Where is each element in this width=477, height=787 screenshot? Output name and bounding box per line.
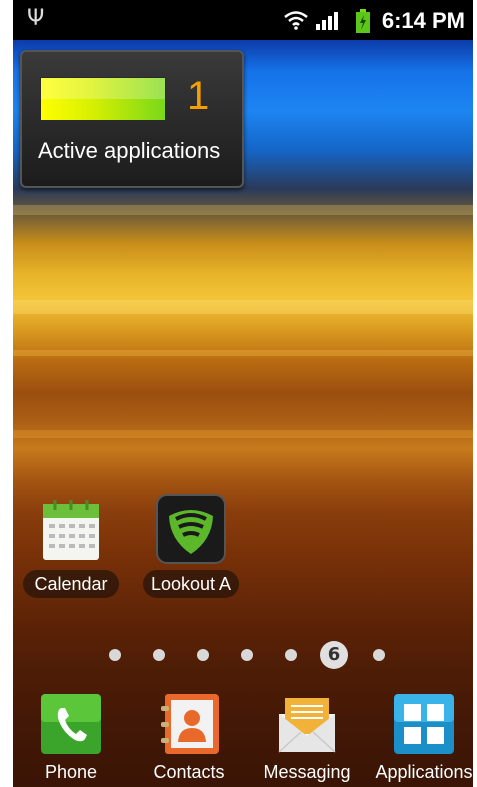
shortcut-label: Lookout A <box>143 570 239 598</box>
lookout-shield-icon <box>156 494 226 564</box>
page-dot[interactable] <box>153 649 165 661</box>
home-screen: Ψ 6:14 PM 1 Active applications Calendar… <box>13 0 473 787</box>
wallpaper-streak <box>13 205 473 215</box>
dock-label: Phone <box>44 762 98 782</box>
task-manager-widget[interactable]: 1 Active applications <box>20 50 244 188</box>
applications-grid-icon <box>394 694 454 754</box>
active-app-count: 1 <box>187 74 210 118</box>
wallpaper-streak <box>13 350 473 356</box>
calendar-icon <box>43 500 99 560</box>
dock-label: Applications <box>375 762 473 782</box>
battery-charging-icon <box>356 9 370 33</box>
wallpaper-streak <box>13 430 473 438</box>
page-indicator[interactable]: 6 <box>13 640 473 670</box>
page-dot[interactable] <box>241 649 253 661</box>
page-dot[interactable] <box>197 649 209 661</box>
clock: 6:14 PM <box>381 8 465 33</box>
wifi-icon <box>284 11 308 30</box>
page-dot[interactable] <box>109 649 121 661</box>
shortcut-label: Calendar <box>23 570 119 598</box>
status-bar[interactable]: Ψ 6:14 PM <box>13 0 473 40</box>
page-dot[interactable] <box>373 649 385 661</box>
memory-usage-bar <box>40 77 166 121</box>
dock-label: Messaging <box>263 762 351 782</box>
page-dot[interactable] <box>285 649 297 661</box>
usb-icon: Ψ <box>27 6 45 31</box>
wallpaper-streak <box>13 300 473 314</box>
contacts-icon <box>161 694 219 754</box>
messaging-icon <box>278 698 336 753</box>
dock-label: Contacts <box>153 762 225 782</box>
active-applications-label: Active applications <box>38 138 221 163</box>
signal-icon <box>316 12 338 30</box>
current-page-dot[interactable]: 6 <box>320 641 348 669</box>
phone-icon <box>41 694 101 754</box>
